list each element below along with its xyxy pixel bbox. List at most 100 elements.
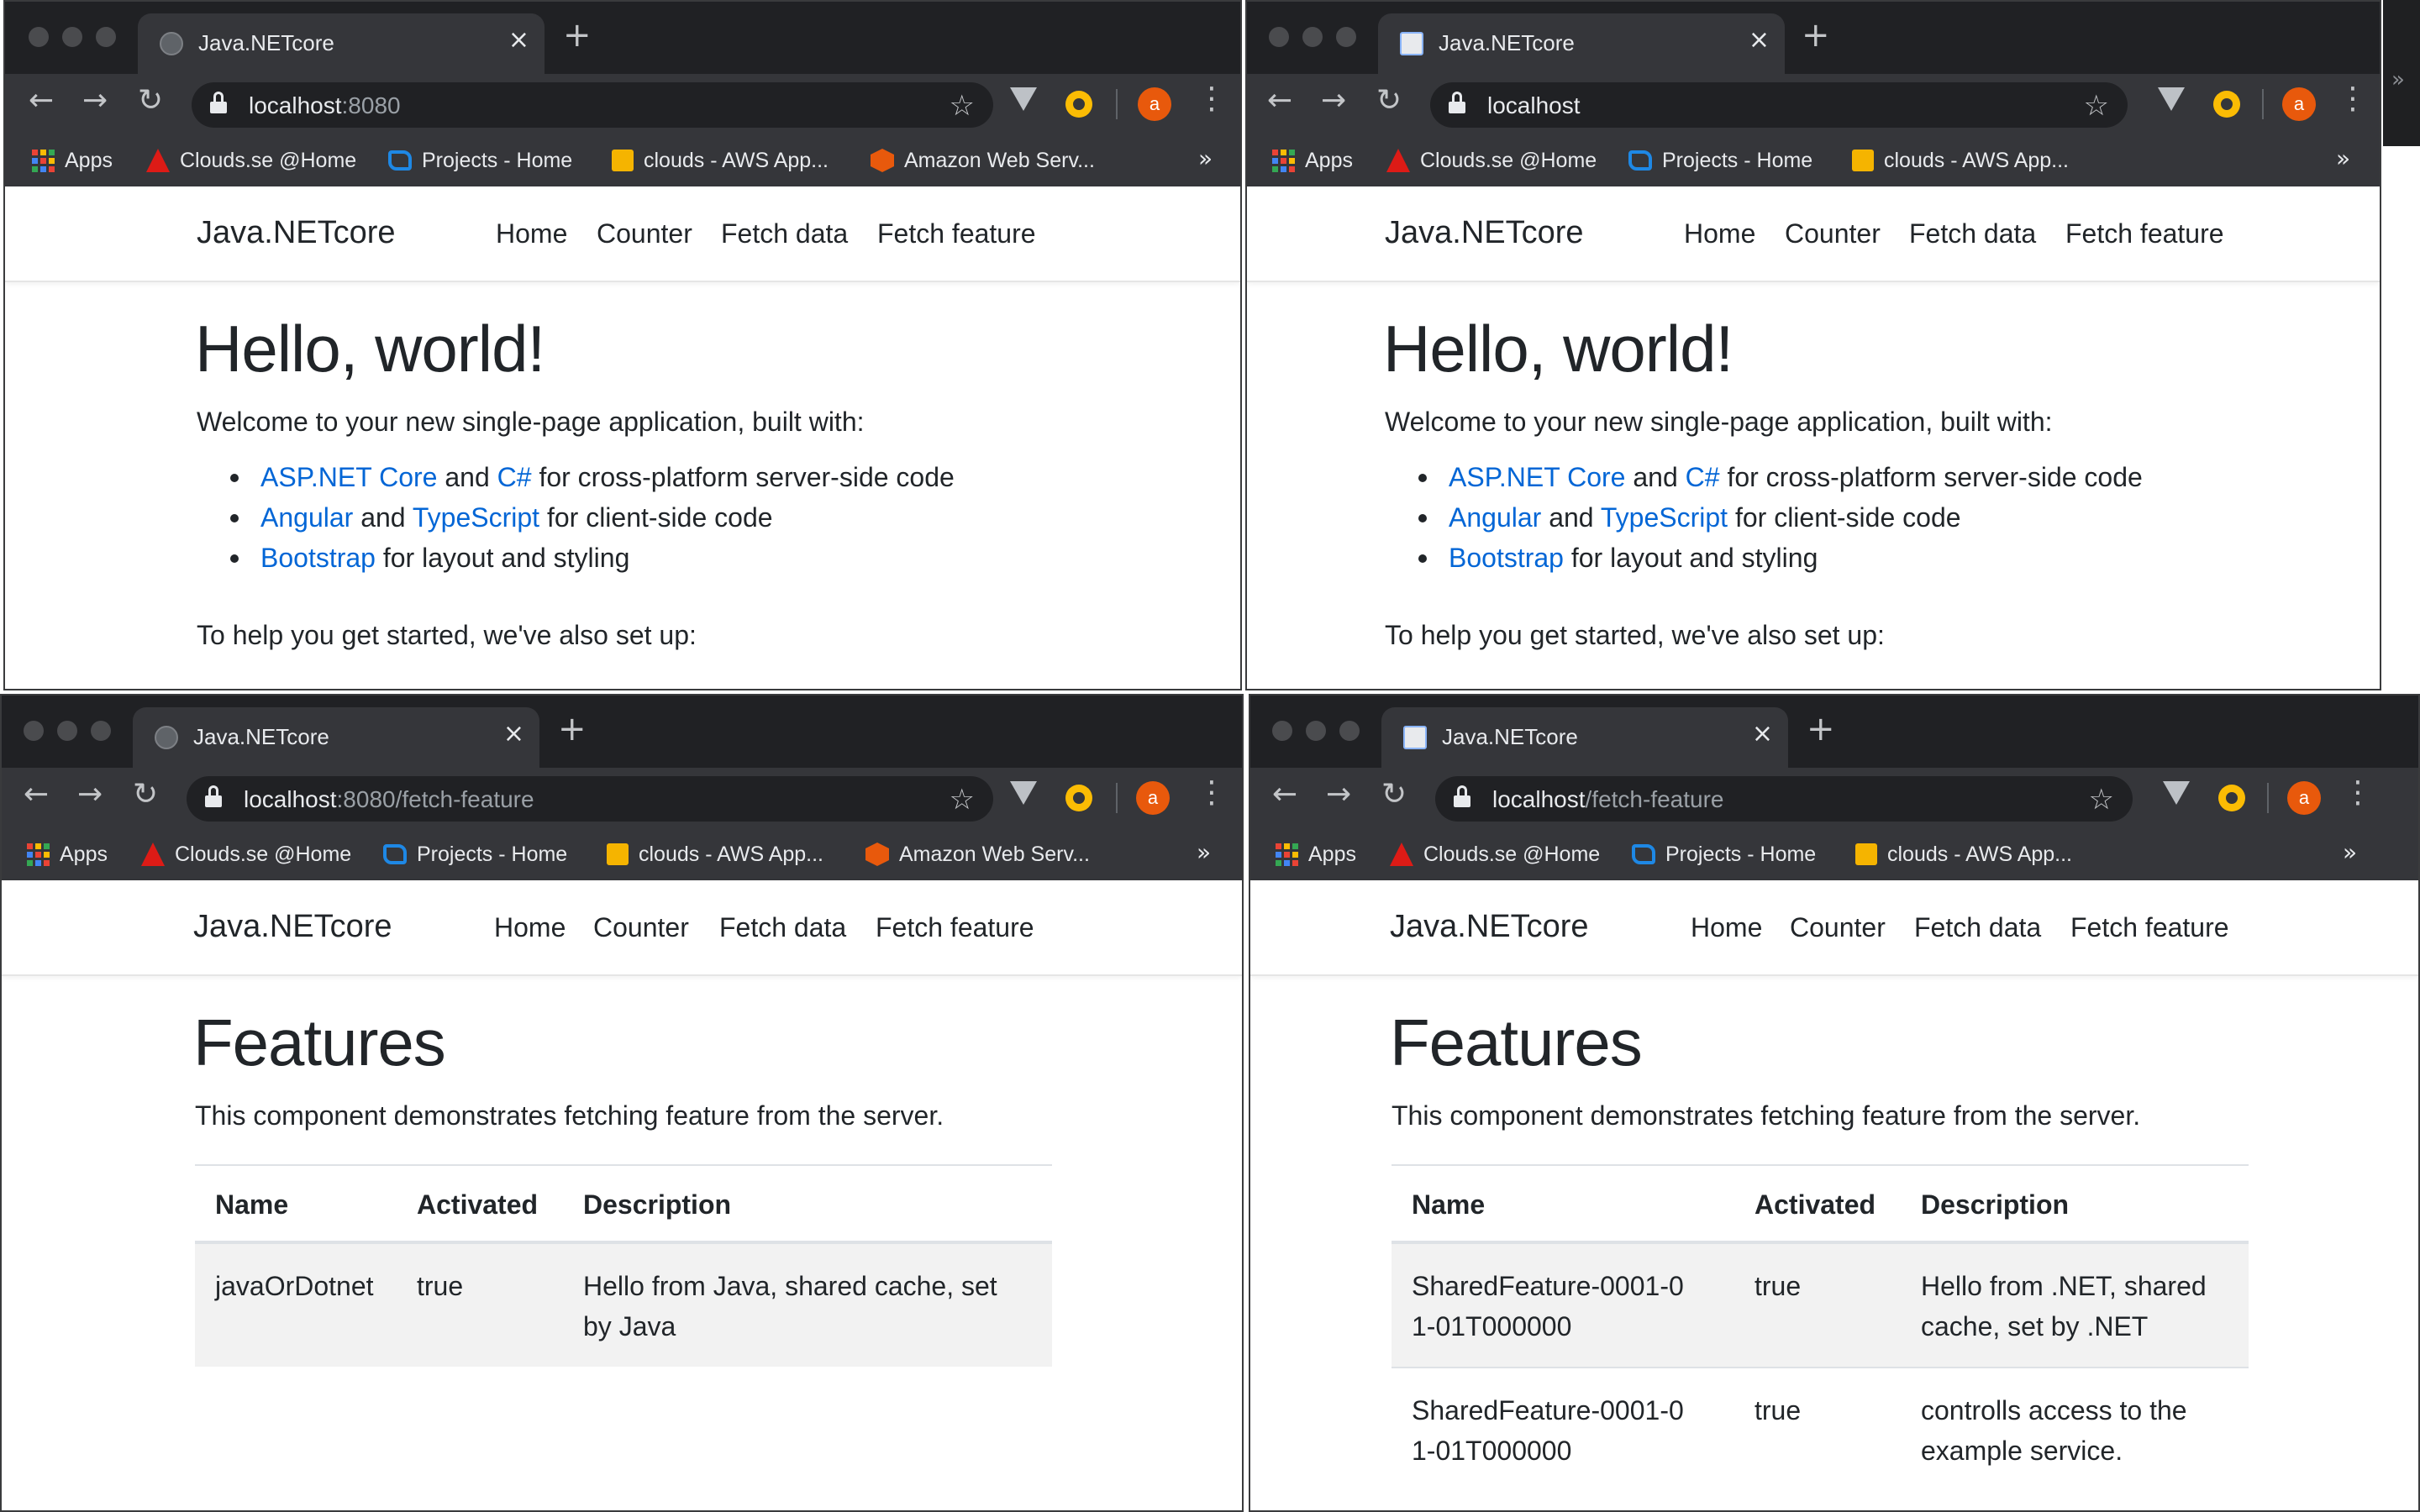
brand-link[interactable]: Java.NETcore [1390, 909, 1589, 945]
nav-fetch-data[interactable]: Fetch data [1914, 912, 2041, 943]
nav-fetch-feature[interactable]: Fetch feature [877, 218, 1036, 249]
csharp-link[interactable]: C# [1686, 462, 1720, 492]
bookmarks-overflow-icon[interactable]: » [2343, 838, 2357, 866]
nav-counter[interactable]: Counter [1785, 218, 1881, 249]
close-window-button[interactable] [1272, 721, 1292, 741]
reload-icon[interactable]: ↻ [1376, 86, 1402, 116]
profile-avatar[interactable]: a [2287, 781, 2321, 815]
close-icon[interactable]: × [1752, 719, 1773, 748]
bootstrap-link[interactable]: Bootstrap [1449, 543, 1564, 573]
address-bar[interactable]: localhost ☆ [1430, 82, 2128, 128]
browser-tab[interactable]: Java.NETcore × [133, 707, 539, 768]
maximize-window-button[interactable] [96, 27, 116, 47]
bookmark-projects-home[interactable]: Projects - Home [1628, 144, 1812, 176]
bookmark-projects-home[interactable]: Projects - Home [1632, 838, 1816, 870]
address-bar[interactable]: localhost:8080/fetch-feature ☆ [187, 776, 993, 822]
bookmark-projects-home[interactable]: Projects - Home [383, 838, 567, 870]
bookmark-star-icon[interactable]: ☆ [2084, 89, 2109, 123]
url-text[interactable]: localhost:8080 [249, 92, 401, 119]
browser-tab[interactable]: Java.NETcore × [138, 13, 544, 74]
nav-home[interactable]: Home [1684, 218, 1755, 249]
maximize-window-button[interactable] [1339, 721, 1360, 741]
angular-link[interactable]: Angular [1449, 502, 1541, 533]
extension-icon[interactable] [2218, 785, 2245, 811]
extension-icon[interactable] [1065, 785, 1092, 811]
nav-fetch-feature[interactable]: Fetch feature [2070, 912, 2229, 943]
nav-home[interactable]: Home [496, 218, 567, 249]
url-text[interactable]: localhost/fetch-feature [1492, 786, 1724, 813]
nav-fetch-data[interactable]: Fetch data [719, 912, 846, 943]
close-icon[interactable]: × [508, 25, 529, 55]
minimize-window-button[interactable] [1302, 27, 1323, 47]
nav-fetch-feature[interactable]: Fetch feature [876, 912, 1034, 943]
brand-link[interactable]: Java.NETcore [197, 215, 396, 251]
bookmark-apps[interactable]: Apps [1276, 838, 1356, 870]
bookmark-apps[interactable]: Apps [32, 144, 113, 176]
typescript-link[interactable]: TypeScript [413, 502, 539, 533]
aspnet-core-link[interactable]: ASP.NET Core [1449, 462, 1625, 492]
bootstrap-link[interactable]: Bootstrap [260, 543, 376, 573]
bookmark-clouds-home[interactable]: Clouds.se @Home [141, 838, 351, 870]
close-window-button[interactable] [24, 721, 44, 741]
extension-icon[interactable] [2213, 91, 2240, 118]
reload-icon[interactable]: ↻ [133, 780, 158, 810]
bookmark-star-icon[interactable]: ☆ [950, 89, 975, 123]
maximize-window-button[interactable] [1336, 27, 1356, 47]
bookmark-clouds-aws[interactable]: clouds - AWS App... [612, 144, 829, 176]
menu-kebab-icon[interactable]: ⋮ [2338, 84, 2368, 114]
menu-kebab-icon[interactable]: ⋮ [1197, 84, 1227, 114]
aspnet-core-link[interactable]: ASP.NET Core [260, 462, 437, 492]
new-tab-button[interactable]: + [1802, 18, 1830, 52]
close-icon[interactable]: × [1749, 25, 1770, 55]
minimize-window-button[interactable] [57, 721, 77, 741]
reload-icon[interactable]: ↻ [138, 86, 163, 116]
close-window-button[interactable] [29, 27, 49, 47]
menu-kebab-icon[interactable]: ⋮ [2343, 778, 2373, 808]
bookmark-clouds-home[interactable]: Clouds.se @Home [1390, 838, 1600, 870]
bookmarks-overflow-icon[interactable]: » [1197, 838, 1211, 866]
back-arrow-icon[interactable]: ← [1272, 780, 1297, 810]
forward-arrow-icon[interactable]: → [1326, 780, 1351, 810]
nav-fetch-data[interactable]: Fetch data [1909, 218, 2036, 249]
vue-devtools-extension-icon[interactable] [2158, 87, 2185, 111]
bookmark-amazon-web-services[interactable]: Amazon Web Serv... [871, 144, 1095, 176]
angular-link[interactable]: Angular [260, 502, 353, 533]
bookmark-apps[interactable]: Apps [27, 838, 108, 870]
minimize-window-button[interactable] [62, 27, 82, 47]
address-bar[interactable]: localhost:8080 ☆ [192, 82, 993, 128]
bookmark-clouds-aws[interactable]: clouds - AWS App... [607, 838, 823, 870]
vue-devtools-extension-icon[interactable] [1010, 87, 1037, 111]
bookmarks-overflow-icon[interactable]: » [1198, 144, 1213, 172]
maximize-window-button[interactable] [91, 721, 111, 741]
bookmarks-overflow-icon[interactable]: » [2336, 144, 2350, 172]
new-tab-button[interactable]: + [558, 712, 587, 746]
close-icon[interactable]: × [503, 719, 524, 748]
brand-link[interactable]: Java.NETcore [1385, 215, 1584, 251]
url-text[interactable]: localhost:8080/fetch-feature [244, 786, 534, 813]
vue-devtools-extension-icon[interactable] [1010, 781, 1037, 805]
nav-counter[interactable]: Counter [597, 218, 692, 249]
address-bar[interactable]: localhost/fetch-feature ☆ [1435, 776, 2133, 822]
forward-arrow-icon[interactable]: → [82, 86, 108, 116]
new-tab-button[interactable]: + [1807, 712, 1835, 746]
forward-arrow-icon[interactable]: → [77, 780, 103, 810]
bookmark-clouds-aws[interactable]: clouds - AWS App... [1855, 838, 2072, 870]
profile-avatar[interactable]: a [2282, 87, 2316, 121]
nav-fetch-data[interactable]: Fetch data [721, 218, 848, 249]
nav-fetch-feature[interactable]: Fetch feature [2065, 218, 2224, 249]
bookmark-projects-home[interactable]: Projects - Home [388, 144, 572, 176]
back-arrow-icon[interactable]: ← [24, 780, 49, 810]
minimize-window-button[interactable] [1306, 721, 1326, 741]
bookmark-apps[interactable]: Apps [1272, 144, 1353, 176]
vue-devtools-extension-icon[interactable] [2163, 781, 2190, 805]
nav-counter[interactable]: Counter [593, 912, 689, 943]
back-arrow-icon[interactable]: ← [29, 86, 54, 116]
close-window-button[interactable] [1269, 27, 1289, 47]
bookmark-star-icon[interactable]: ☆ [950, 783, 975, 816]
profile-avatar[interactable]: a [1136, 781, 1170, 815]
new-tab-button[interactable]: + [563, 18, 592, 52]
bookmark-clouds-home[interactable]: Clouds.se @Home [146, 144, 356, 176]
csharp-link[interactable]: C# [497, 462, 532, 492]
nav-counter[interactable]: Counter [1790, 912, 1886, 943]
profile-avatar[interactable]: a [1138, 87, 1171, 121]
